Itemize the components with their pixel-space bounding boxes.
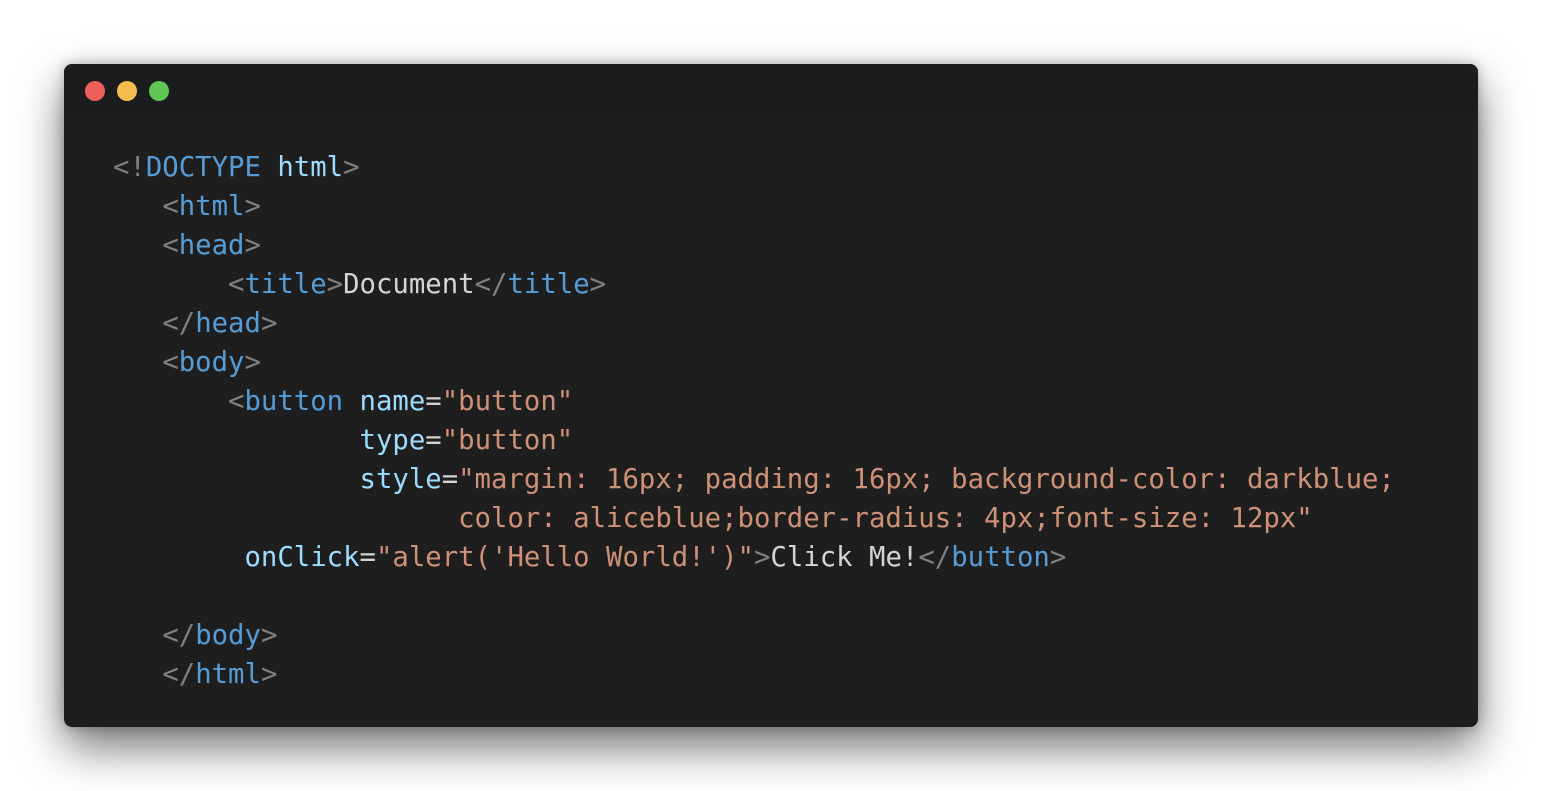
code-line: <body> bbox=[113, 343, 1395, 382]
code-token-punct: < bbox=[162, 230, 179, 261]
code-token-attr: name bbox=[359, 386, 426, 417]
code-line: </html> bbox=[113, 655, 1395, 694]
code-token-text: = bbox=[359, 542, 376, 573]
code-line: color: aliceblue;border-radius: 4px;font… bbox=[113, 499, 1395, 538]
code-token-text: = bbox=[441, 464, 459, 495]
code-line: </body> bbox=[113, 616, 1395, 655]
code-token-text: Click Me! bbox=[770, 542, 919, 573]
code-line: <html> bbox=[113, 187, 1395, 226]
code-token-punct: </ bbox=[474, 269, 508, 300]
code-token-string: "margin: 16px; padding: 16px; background… bbox=[458, 464, 1395, 495]
code-token-string: "alert('Hello World!')" bbox=[375, 542, 754, 573]
code-window: <!DOCTYPE html> <html> <head> <title>Doc… bbox=[64, 64, 1478, 727]
code-token-tag: title bbox=[244, 269, 327, 300]
code-token-text: Document bbox=[343, 269, 475, 300]
code-token-punct: > bbox=[260, 620, 278, 651]
code-token-attr: style bbox=[359, 464, 442, 495]
code-token-tag: DOCTYPE bbox=[145, 152, 261, 183]
code-token-punct: < bbox=[162, 191, 179, 222]
close-window-button[interactable] bbox=[85, 81, 105, 101]
code-token-tag: body bbox=[195, 620, 261, 651]
code-token-attr: onClick bbox=[244, 542, 360, 573]
code-token-tag: html bbox=[178, 191, 245, 222]
code-token-punct: > bbox=[753, 542, 771, 573]
minimize-window-button[interactable] bbox=[117, 81, 137, 101]
code-line: style="margin: 16px; padding: 16px; back… bbox=[113, 460, 1395, 499]
code-token-tag: head bbox=[195, 308, 261, 339]
code-token-punct: </ bbox=[162, 659, 196, 690]
window-titlebar bbox=[64, 64, 1478, 118]
code-token-punct: > bbox=[1049, 542, 1067, 573]
code-token-punct: > bbox=[244, 347, 261, 378]
code-token-punct: > bbox=[589, 269, 607, 300]
code-token-punct: > bbox=[260, 659, 278, 690]
code-token-tag: body bbox=[178, 347, 245, 378]
code-token-punct: < bbox=[228, 269, 245, 300]
code-token-string: "button" bbox=[441, 386, 574, 417]
code-token-punct: > bbox=[326, 269, 344, 300]
code-token-punct: < bbox=[228, 386, 245, 417]
code-token-tag: button bbox=[244, 386, 344, 417]
code-token-punct: < bbox=[162, 347, 179, 378]
code-token-punct: </ bbox=[918, 542, 952, 573]
code-token-tag: head bbox=[178, 230, 245, 261]
code-block: <!DOCTYPE html> <html> <head> <title>Doc… bbox=[113, 148, 1395, 694]
code-token-text: = bbox=[425, 386, 442, 417]
code-token-punct: > bbox=[244, 191, 261, 222]
code-token-tag: title bbox=[507, 269, 590, 300]
code-token-tag: html bbox=[195, 659, 261, 690]
code-token-attr: type bbox=[359, 425, 426, 456]
code-token-punct: <! bbox=[113, 152, 146, 183]
code-token-string: "button" bbox=[441, 425, 574, 456]
code-line: <title>Document</title> bbox=[113, 265, 1395, 304]
code-token-attr: html bbox=[277, 152, 344, 183]
code-line: </head> bbox=[113, 304, 1395, 343]
code-line: onClick="alert('Hello World!')">Click Me… bbox=[113, 538, 1395, 577]
maximize-window-button[interactable] bbox=[149, 81, 169, 101]
code-token-punct: > bbox=[260, 308, 278, 339]
code-line: <!DOCTYPE html> bbox=[113, 148, 1395, 187]
code-line: <button name="button" bbox=[113, 382, 1395, 421]
code-token-tag: button bbox=[951, 542, 1050, 573]
code-line: <head> bbox=[113, 226, 1395, 265]
code-token-punct: </ bbox=[162, 620, 196, 651]
code-token-punct: > bbox=[343, 152, 360, 183]
code-line: type="button" bbox=[113, 421, 1395, 460]
code-token-text: = bbox=[425, 425, 442, 456]
code-token-punct: </ bbox=[162, 308, 196, 339]
code-token-string: color: aliceblue;border-radius: 4px;font… bbox=[458, 503, 1313, 534]
code-token-punct: > bbox=[244, 230, 261, 261]
